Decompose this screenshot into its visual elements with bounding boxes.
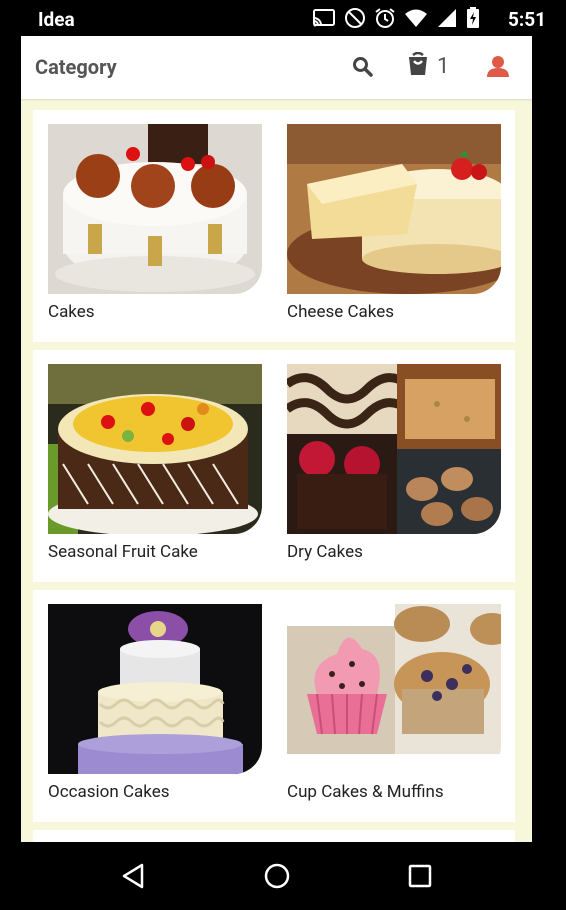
cart-button[interactable]: 1 [407,51,449,81]
fruit-cake-image [48,364,262,534]
category-row: Seasonal Fruit Cake Dry Cakes [33,350,515,582]
category-tile-occasion-cakes[interactable]: Occasion Cakes [48,604,262,802]
category-label: Cakes [48,302,95,322]
category-label: Seasonal Fruit Cake [48,542,198,562]
app-window: Category 1 Cakes Cheese Cakes Seasonal F… [21,36,532,842]
cake-image [48,124,262,294]
category-tile-cheese-cakes[interactable]: Cheese Cakes [287,124,501,322]
carrier-name: Idea [38,8,75,31]
category-row: Cakes Cheese Cakes [33,110,515,342]
category-tile-cakes[interactable]: Cakes [48,124,262,322]
cupcakes-muffins-image [287,604,501,774]
status-bar: Idea 5:51 [0,0,566,36]
category-row: Occasion Cakes Cup Cakes & Muffins [33,590,515,822]
category-label: Cup Cakes & Muffins [287,782,444,802]
do-not-disturb-icon [344,7,366,29]
category-tile-dry-cakes[interactable]: Dry Cakes [287,364,501,562]
home-icon[interactable] [263,862,291,890]
status-icons [312,7,480,29]
battery-icon [466,7,480,29]
category-grid: Cakes Cheese Cakes Seasonal Fruit Cake D… [33,110,515,842]
category-label: Occasion Cakes [48,782,170,802]
cart-count: 1 [437,53,450,79]
cart-icon [407,51,429,80]
back-icon[interactable] [120,862,148,890]
dry-cakes-image [287,364,501,534]
recents-icon[interactable] [406,862,434,890]
occasion-cake-image [48,604,262,774]
category-row [33,830,515,842]
category-tile-seasonal-fruit-cake[interactable]: Seasonal Fruit Cake [48,364,262,562]
page-title: Category [35,55,117,79]
navigation-bar [0,842,566,910]
category-label: Dry Cakes [287,542,363,562]
cheese-cake-image [287,124,501,294]
cast-icon [312,8,336,28]
search-icon[interactable] [351,55,375,79]
alarm-icon [374,7,396,29]
wifi-icon [404,8,428,28]
category-label: Cheese Cakes [287,302,395,322]
category-tile-cup-cakes-muffins[interactable]: Cup Cakes & Muffins [287,604,501,802]
user-icon[interactable] [485,54,511,78]
clock: 5:51 [507,8,546,31]
cell-signal-icon [436,8,458,28]
toolbar: Category 1 [21,36,532,99]
